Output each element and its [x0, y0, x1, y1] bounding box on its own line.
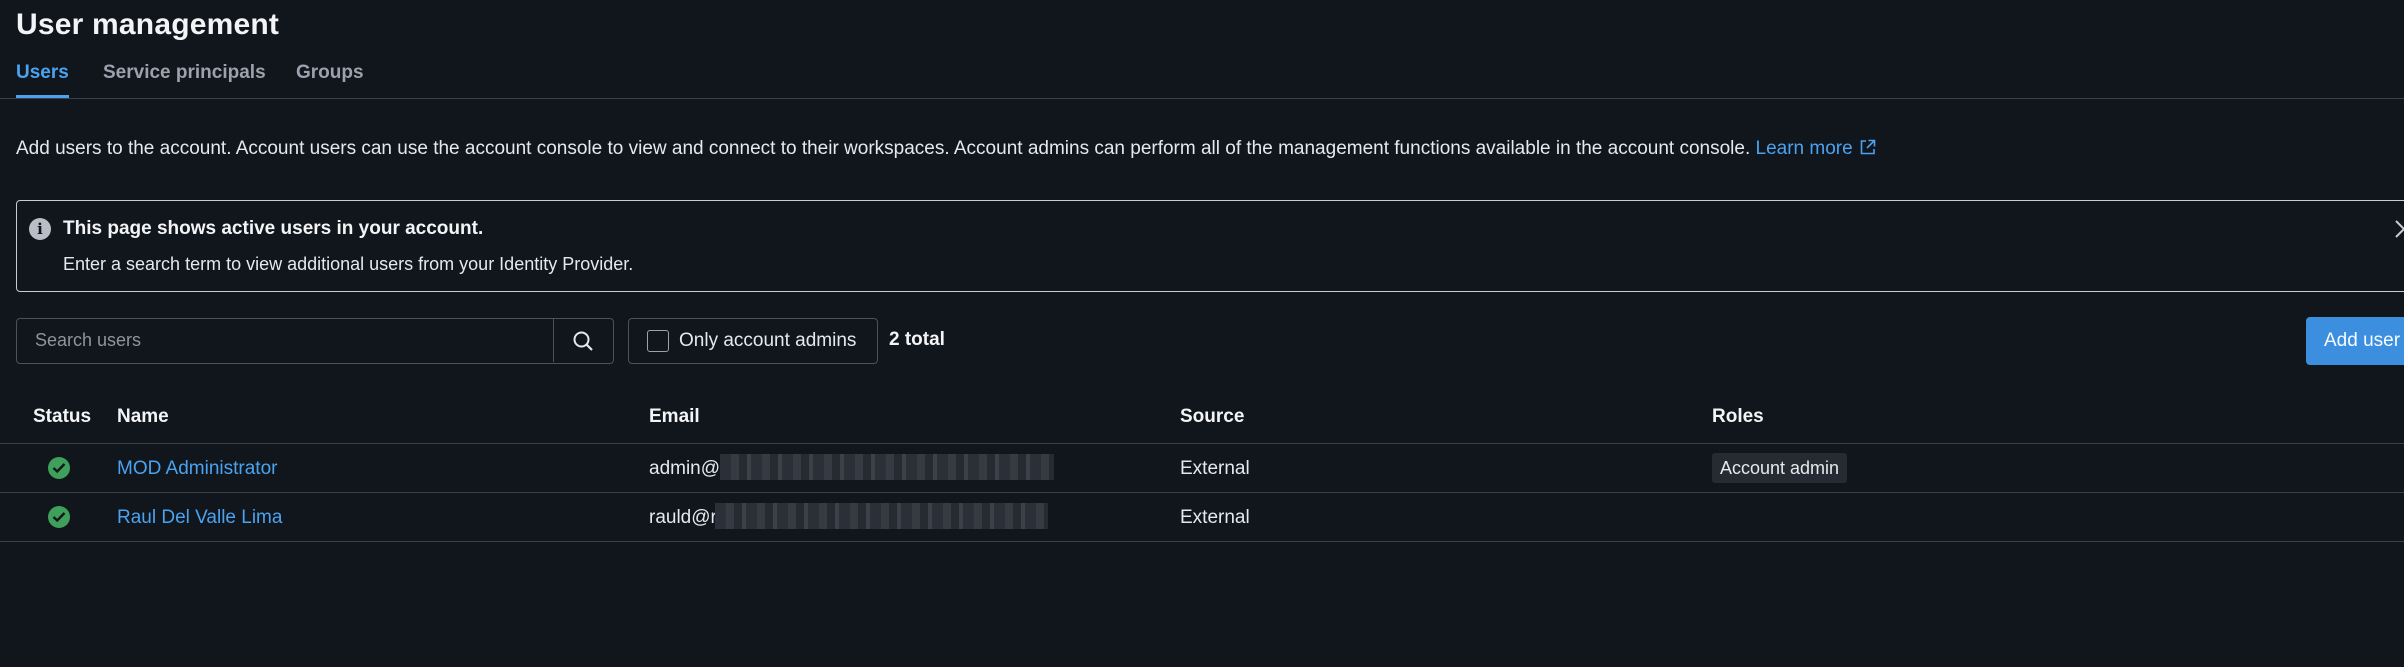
user-source: External [1180, 507, 1250, 528]
info-icon: i [29, 218, 51, 240]
table-row: MOD Administrator admin@ External Accoun… [0, 444, 2404, 493]
column-header-email[interactable]: Email [649, 406, 700, 428]
page-title: User management [16, 8, 280, 41]
only-account-admins-label: Only account admins [679, 330, 857, 351]
learn-more-label: Learn more [1755, 138, 1853, 159]
redacted-email-block [720, 454, 1054, 480]
column-header-name[interactable]: Name [117, 406, 169, 428]
user-email: admin@ [649, 458, 721, 479]
role-badge: Account admin [1712, 453, 1848, 483]
table-row: Raul Del Valle Lima rauld@r External [0, 493, 2404, 542]
info-banner: i This page shows active users in your a… [16, 200, 2404, 292]
search-button[interactable] [553, 319, 612, 362]
tab-groups[interactable]: Groups [296, 62, 364, 96]
column-header-source[interactable]: Source [1180, 406, 1244, 428]
tab-service-principals[interactable]: Service principals [103, 62, 266, 96]
banner-title: This page shows active users in your acc… [63, 218, 484, 239]
search-input[interactable] [17, 319, 553, 362]
check-circle-icon [48, 506, 70, 528]
only-account-admins-checkbox[interactable] [647, 330, 669, 352]
search-icon [573, 331, 593, 351]
redacted-email-block [715, 503, 1048, 529]
total-count: 2 total [889, 329, 945, 350]
user-name-link[interactable]: MOD Administrator [117, 458, 277, 480]
external-link-icon [1859, 139, 1876, 162]
learn-more-link[interactable]: Learn more [1756, 138, 1876, 159]
search-box [16, 318, 614, 364]
page-description: Add users to the account. Account users … [16, 138, 1876, 162]
check-circle-icon [48, 457, 70, 479]
close-icon[interactable] [2392, 217, 2404, 241]
add-user-button[interactable]: Add user [2306, 317, 2404, 365]
table-header: Status Name Email Source Roles [0, 394, 2404, 444]
user-email: rauld@r [649, 507, 717, 528]
description-text: Add users to the account. Account users … [16, 138, 1751, 159]
banner-text: Enter a search term to view additional u… [63, 254, 634, 274]
tab-bar: Users Service principals Groups [0, 60, 2404, 99]
user-source: External [1180, 458, 1250, 479]
only-account-admins-filter[interactable]: Only account admins [628, 318, 878, 364]
column-header-roles[interactable]: Roles [1712, 406, 1764, 428]
user-management-page: User management Users Service principals… [0, 0, 2404, 667]
column-header-status[interactable]: Status [33, 406, 91, 428]
tab-users[interactable]: Users [16, 62, 69, 98]
user-name-link[interactable]: Raul Del Valle Lima [117, 507, 282, 529]
